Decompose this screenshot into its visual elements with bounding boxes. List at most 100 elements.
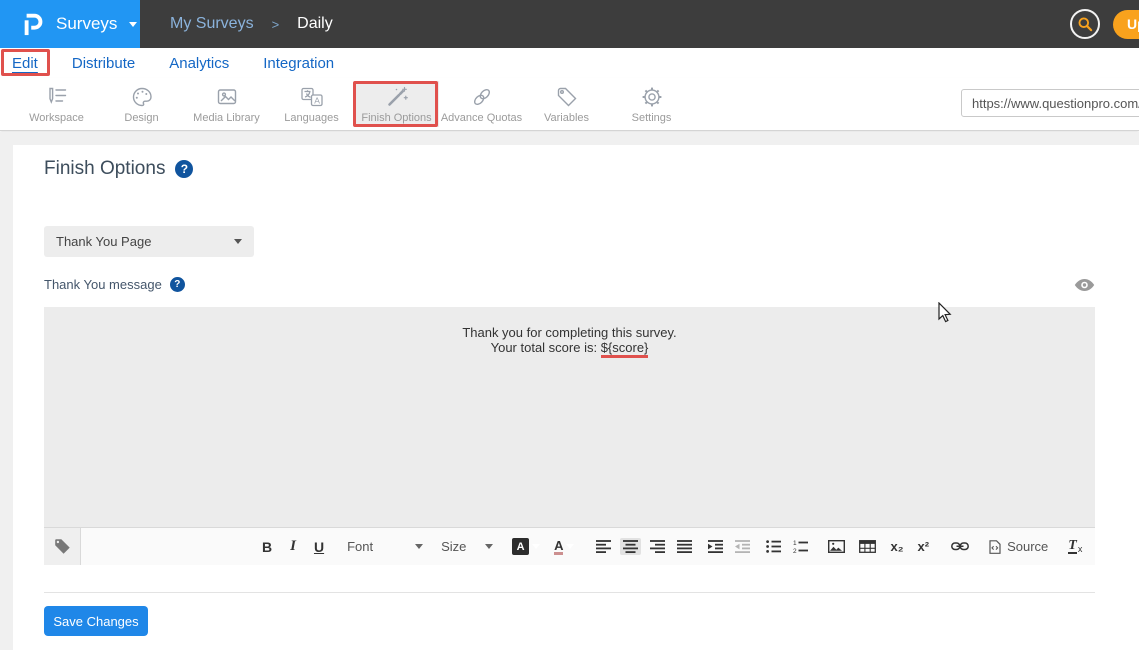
page-heading: Finish Options ? (44, 158, 193, 180)
survey-tabs: Edit Distribute Analytics Integration (0, 48, 1139, 78)
insert-table-button[interactable] (856, 538, 879, 555)
align-left-icon (596, 540, 611, 553)
numbered-list-button[interactable]: 12 (790, 538, 811, 555)
indent-group (705, 538, 753, 555)
save-changes-label: Save Changes (53, 614, 138, 629)
link-icon (951, 542, 969, 551)
breadcrumb-separator: > (272, 17, 280, 32)
text-color-button[interactable]: A (551, 537, 577, 557)
justify-icon (677, 540, 692, 553)
score-text: Your total score is: (491, 340, 601, 355)
product-switcher[interactable]: Surveys (0, 0, 140, 48)
align-right-icon (650, 540, 665, 553)
background-color-button[interactable]: A (509, 536, 543, 557)
remove-format-icon: T (1068, 539, 1077, 554)
bulleted-list-button[interactable] (763, 538, 784, 555)
color-group: A A (509, 536, 577, 557)
bulleted-list-icon (766, 540, 781, 553)
tab-analytics[interactable]: Analytics (169, 55, 229, 72)
tab-label: Edit (12, 55, 38, 72)
justify-button[interactable] (674, 538, 695, 555)
survey-url-input[interactable] (961, 89, 1139, 117)
score-variable: ${score} (601, 340, 649, 358)
toolbar-item-settings[interactable]: Settings (609, 81, 694, 127)
insert-variable-button[interactable] (44, 528, 81, 565)
decrease-indent-button[interactable] (732, 538, 753, 555)
size-dropdown-value: Size (441, 539, 466, 554)
svg-text:A: A (314, 95, 320, 105)
preview-eye-icon (1074, 278, 1095, 292)
size-dropdown[interactable]: Size (441, 539, 493, 554)
increase-indent-button[interactable] (705, 538, 726, 555)
chevron-down-icon (415, 544, 423, 549)
edit-icon-toolbar: Workspace Design Media Library (0, 78, 1139, 131)
chevron-down-icon (485, 544, 493, 549)
editor-line-2: Your total score is: ${score} (44, 340, 1095, 358)
align-left-button[interactable] (593, 538, 614, 555)
chevron-down-icon (129, 22, 137, 27)
toolbar-item-label: Workspace (29, 112, 84, 124)
background-color-icon: A (512, 538, 529, 555)
toolbar-item-label: Settings (632, 112, 672, 124)
search-button[interactable] (1070, 9, 1100, 39)
breadcrumb-current: Daily (297, 15, 333, 33)
help-icon[interactable]: ? (175, 160, 193, 178)
breadcrumb: My Surveys > Daily (170, 15, 333, 33)
questionpro-app: Surveys My Surveys > Daily Up Edit Distr… (0, 0, 1139, 650)
insert-group: x₂ x² (825, 537, 932, 556)
text-style-group: B I U (259, 536, 327, 557)
increase-indent-icon (708, 540, 723, 553)
tab-distribute[interactable]: Distribute (72, 55, 135, 72)
toolbar-item-design[interactable]: Design (99, 81, 184, 127)
variables-icon (555, 84, 579, 109)
insert-image-button[interactable] (825, 538, 848, 555)
breadcrumb-my-surveys[interactable]: My Surveys (170, 15, 254, 33)
toolbar-item-finish-options[interactable]: Finish Options (354, 81, 439, 127)
editor-content[interactable]: Thank you for completing this survey. Yo… (44, 307, 1095, 527)
help-icon[interactable]: ? (170, 277, 185, 292)
toolbar-item-languages[interactable]: A Languages (269, 81, 354, 127)
upgrade-label: Up (1127, 16, 1139, 32)
rich-text-editor: Thank you for completing this survey. Yo… (44, 307, 1095, 565)
italic-button[interactable]: I (287, 536, 299, 557)
toolbar-item-advance-quotas[interactable]: Advance Quotas (439, 81, 524, 127)
insert-link-button[interactable] (948, 540, 972, 553)
align-center-button[interactable] (620, 538, 641, 555)
font-dropdown[interactable]: Font (347, 539, 423, 554)
tab-edit[interactable]: Edit (12, 55, 38, 72)
save-changes-button[interactable]: Save Changes (44, 606, 148, 636)
dropdown-value: Thank You Page (56, 234, 151, 249)
finish-options-icon (385, 84, 409, 109)
tab-integration[interactable]: Integration (263, 55, 334, 72)
chevron-down-icon (566, 544, 574, 549)
toolbar-item-media-library[interactable]: Media Library (184, 81, 269, 127)
settings-icon (640, 84, 664, 109)
preview-button[interactable] (1074, 278, 1095, 292)
tab-label: Distribute (72, 55, 135, 72)
underline-button[interactable]: U (311, 537, 327, 557)
remove-format-button[interactable]: T x (1065, 537, 1085, 556)
svg-text:2: 2 (793, 548, 797, 553)
remove-format-sub: x (1078, 544, 1083, 554)
list-group: 12 (763, 538, 811, 555)
editor-line-1: Thank you for completing this survey. (44, 325, 1095, 340)
upgrade-button[interactable]: Up (1113, 10, 1139, 39)
bold-button[interactable]: B (259, 537, 275, 557)
toolbar-item-workspace[interactable]: Workspace (14, 81, 99, 127)
toolbar-item-label: Advance Quotas (441, 112, 522, 124)
toolbar-item-label: Finish Options (361, 112, 431, 124)
tab-label: Integration (263, 55, 334, 72)
finish-type-dropdown[interactable]: Thank You Page (44, 226, 254, 257)
questionpro-logo-icon (22, 10, 46, 38)
superscript-button[interactable]: x² (915, 537, 933, 556)
toolbar-item-variables[interactable]: Variables (524, 81, 609, 127)
subscript-button[interactable]: x₂ (887, 537, 906, 556)
languages-icon: A (300, 84, 324, 109)
toolbar-item-label: Media Library (193, 112, 260, 124)
source-button[interactable]: Source (986, 537, 1051, 556)
workspace-icon (45, 84, 69, 109)
align-right-button[interactable] (647, 538, 668, 555)
toolbar-item-label: Variables (544, 112, 589, 124)
image-icon (828, 540, 845, 553)
page-title: Finish Options (44, 158, 165, 180)
